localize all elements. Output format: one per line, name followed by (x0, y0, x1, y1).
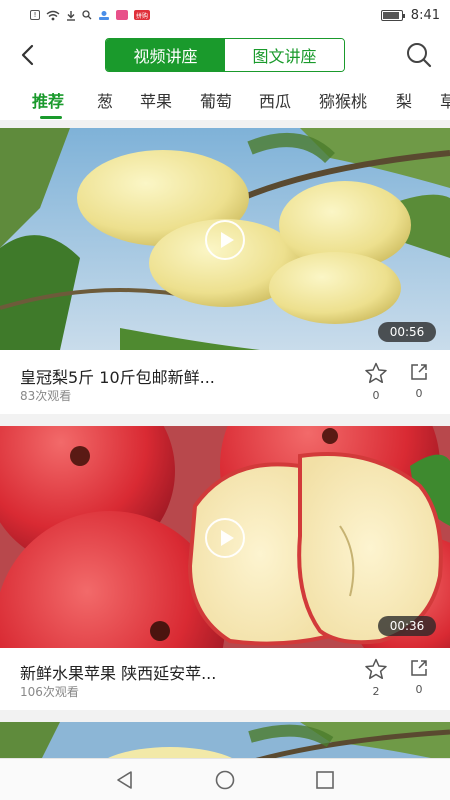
video-title[interactable]: 新鲜水果苹果 陕西延安苹... (20, 660, 216, 684)
sim-icon: ! (30, 10, 40, 20)
category-tab[interactable]: 西瓜 (259, 88, 291, 112)
category-tab[interactable]: 苹果 (140, 88, 172, 112)
nav-back-icon[interactable] (114, 769, 136, 791)
pinduoduo-icon: 拼购 (134, 10, 150, 20)
video-card[interactable] (0, 722, 450, 758)
nav-recents-icon[interactable] (314, 769, 336, 791)
category-tab[interactable]: 猕猴桃 (319, 88, 367, 112)
category-tab[interactable]: 草 (440, 88, 450, 112)
back-button[interactable] (12, 40, 42, 70)
favorite-button[interactable]: 0 (361, 362, 391, 402)
video-title[interactable]: 皇冠梨5斤 10斤包邮新鲜... (20, 364, 215, 388)
status-icons: ! 拼购 (30, 10, 150, 21)
view-count: 83次观看 (20, 389, 72, 403)
view-count: 106次观看 (20, 685, 79, 699)
share-count: 0 (415, 683, 423, 696)
app-icon (99, 10, 109, 20)
favorite-button[interactable]: 2 (361, 658, 391, 698)
nav-home-icon[interactable] (214, 769, 236, 791)
share-count: 0 (415, 387, 423, 400)
video-card[interactable]: 00:36 新鲜水果苹果 陕西延安苹... 106次观看 2 0 (0, 426, 450, 710)
video-duration: 00:56 (378, 322, 436, 342)
favorite-count: 2 (372, 685, 380, 698)
category-tabs: 推荐 葱 苹果 葡萄 西瓜 猕猴桃 梨 草 (0, 80, 450, 120)
video-thumbnail[interactable]: 00:56 (0, 128, 450, 350)
star-icon (365, 658, 387, 680)
lecture-type-toggle: 视频讲座 图文讲座 (105, 38, 345, 72)
video-thumbnail[interactable]: 00:36 (0, 426, 450, 648)
favorite-count: 0 (372, 389, 380, 402)
video-feed[interactable]: 00:56 皇冠梨5斤 10斤包邮新鲜... 83次观看 0 0 00:36 新… (0, 128, 450, 758)
play-icon[interactable] (205, 220, 245, 260)
search-button[interactable] (404, 40, 434, 70)
status-bar: ! 拼购 8:41 (0, 0, 450, 30)
tab-video-lecture[interactable]: 视频讲座 (106, 39, 225, 71)
video-thumbnail[interactable] (0, 722, 450, 758)
status-time: 8:41 (410, 7, 440, 23)
download-icon (67, 10, 75, 21)
active-tab-indicator (40, 116, 62, 119)
search-icon (82, 10, 92, 20)
back-arrow-icon (21, 44, 34, 66)
category-tab[interactable]: 葱 (97, 88, 113, 112)
video-card[interactable]: 00:56 皇冠梨5斤 10斤包邮新鲜... 83次观看 0 0 (0, 128, 450, 414)
category-tab-recommended[interactable]: 推荐 (32, 88, 64, 112)
battery-icon (380, 9, 405, 21)
tab-article-lecture[interactable]: 图文讲座 (225, 39, 344, 71)
share-button[interactable]: 0 (404, 658, 434, 696)
share-button[interactable]: 0 (404, 362, 434, 400)
search-icon (407, 43, 432, 68)
video-duration: 00:36 (378, 616, 436, 636)
pear-image (0, 722, 450, 758)
share-icon (411, 660, 427, 676)
header: 视频讲座 图文讲座 (0, 30, 450, 80)
category-tab[interactable]: 葡萄 (200, 88, 232, 112)
app-icon (116, 10, 128, 20)
category-tab[interactable]: 梨 (396, 88, 412, 112)
system-nav-bar (0, 758, 450, 800)
share-icon (411, 364, 427, 380)
wifi-icon (46, 10, 60, 20)
star-icon (365, 362, 387, 384)
play-icon[interactable] (205, 518, 245, 558)
